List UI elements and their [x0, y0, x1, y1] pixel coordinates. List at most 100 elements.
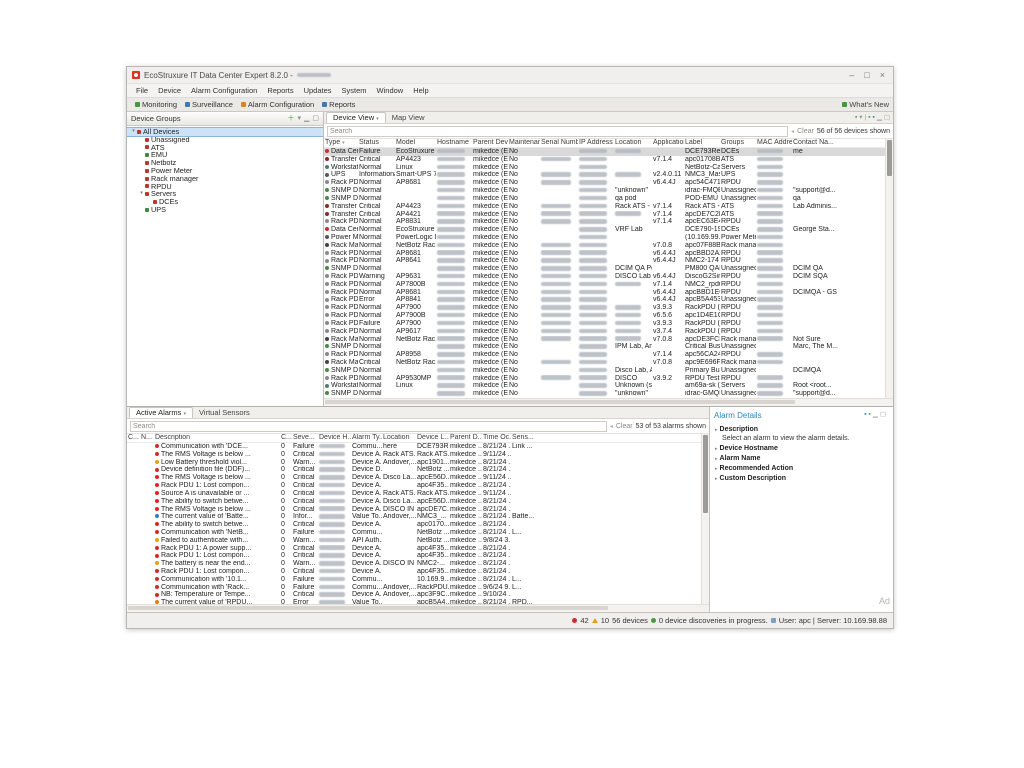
menu-help[interactable]: Help	[408, 86, 433, 95]
column-header[interactable]: Type ▾	[324, 139, 358, 148]
device-table-row[interactable]: WorkstationNormalLinuxmikedce (Ec...NoUn…	[324, 382, 885, 390]
menu-reports[interactable]: Reports	[262, 86, 298, 95]
alarm-table-row[interactable]: NB: Temperature or Tempe...0CriticalDevi…	[127, 591, 701, 599]
column-header[interactable]: Model	[395, 139, 436, 148]
perspective-tab-surveillance[interactable]: Surveillance	[181, 100, 237, 109]
column-header[interactable]: Label	[684, 139, 720, 148]
minimize-pane-icon[interactable]: ▁	[877, 113, 882, 123]
device-table-row[interactable]: Rack PDUNormalAP7900Bmikedce (Ec...Nov6.…	[324, 312, 885, 320]
device-table-hscrollbar[interactable]	[324, 398, 893, 406]
menu-device[interactable]: Device	[153, 86, 186, 95]
view-menu-icon[interactable]: ▾	[297, 112, 301, 125]
perspective-tab-monitoring[interactable]: Monitoring	[131, 100, 181, 109]
pin-icon[interactable]: ▪	[873, 113, 875, 123]
column-header[interactable]: Sens...	[511, 434, 701, 443]
alarm-table-row[interactable]: Rack PDU 1: Lost compon...0CriticalDevic…	[127, 482, 701, 490]
device-table-row[interactable]: SNMP DeviNormalmikedce (Ec...NoIPM Lab, …	[324, 343, 885, 351]
refresh-icon[interactable]: ▪	[868, 113, 870, 123]
device-table-row[interactable]: Rack ManagNormalNetBotz Rac...mikedce (E…	[324, 242, 885, 250]
device-table-row[interactable]: Rack PDUNormalAP9617mikedce (Ec...Nov3.7…	[324, 328, 885, 336]
column-header[interactable]: IP Address	[578, 139, 614, 148]
device-table-row[interactable]: Rack PDUNormalAP8681mikedce (Ec...Nov6.4…	[324, 250, 885, 258]
device-table-row[interactable]: SNMP DeviNormalmikedce (Ec...NoDisco Lab…	[324, 367, 885, 375]
column-header[interactable]: Status	[358, 139, 395, 148]
alarm-table-row[interactable]: The battery is near the end...0Warn...De…	[127, 560, 701, 568]
device-table-row[interactable]: Power MeteNormalPowerLogic I...mikedce (…	[324, 234, 885, 242]
column-header[interactable]: Serial Number	[540, 139, 578, 148]
menu-file[interactable]: File	[131, 86, 153, 95]
alarm-table-row[interactable]: Rack PDU 1: Lost compon...0CriticalDevic…	[127, 552, 701, 560]
alarm-table-hscrollbar[interactable]	[127, 604, 709, 612]
device-search-input[interactable]	[327, 126, 788, 137]
column-header[interactable]: C...	[280, 434, 292, 443]
device-table-row[interactable]: Rack PDUNormalAP7800Bmikedce (Ec...Nov7.…	[324, 281, 885, 289]
maximize-pane-icon[interactable]: ▢	[880, 410, 886, 420]
device-table-row[interactable]: Rack PDUNormalAP8831mikedce (Ec...Nov7.1…	[324, 218, 885, 226]
tree-item-servers[interactable]: ▾Servers	[127, 190, 323, 198]
minimize-pane-icon[interactable]: ▁	[873, 410, 878, 420]
device-table-row[interactable]: Data CenterNormalEcoStruxure ...mikedce …	[324, 226, 885, 234]
device-table-row[interactable]: Rack PDUErrorAP8841mikedce (Ec...Nov6.4.…	[324, 296, 885, 304]
column-header[interactable]: Groups	[720, 139, 756, 148]
alarm-table-row[interactable]: The RMS Voltage is below ...0CriticalDev…	[127, 506, 701, 514]
device-table-row[interactable]: Rack ManagCriticalNetBotz Rac...mikedce …	[324, 359, 885, 367]
device-table-row[interactable]: Rack PDUNormalAP7900mikedce (Ec...Nov3.9…	[324, 304, 885, 312]
column-header[interactable]: Alarm Ty...	[351, 434, 382, 443]
column-header[interactable]: Parent D...	[449, 434, 482, 443]
alarm-table-row[interactable]: The RMS Voltage is below ...0CriticalDev…	[127, 451, 701, 459]
column-header[interactable]: Location	[614, 139, 652, 148]
column-header[interactable]: Device L...	[416, 434, 449, 443]
history-icon[interactable]: ▪	[869, 410, 871, 420]
column-header[interactable]: Contact Na...	[792, 139, 885, 148]
whats-new-link[interactable]: What's New	[842, 100, 889, 109]
menu-system[interactable]: System	[337, 86, 372, 95]
device-table-row[interactable]: SNMP DeviNormalmikedce (Ec...No"unknown"…	[324, 390, 885, 398]
device-table-row[interactable]: Rack PDUNormalAP8681mikedce (Ec...Nov6.4…	[324, 179, 885, 187]
column-header[interactable]: Parent Device	[472, 139, 508, 148]
maximize-pane-icon[interactable]: ▢	[884, 113, 890, 123]
tab-device-view[interactable]: Device View ▾	[326, 112, 386, 123]
maximize-button[interactable]: □	[864, 67, 869, 83]
alarm-table-row[interactable]: Communication with 'NetB...0FailureCommu…	[127, 529, 701, 537]
device-table-row[interactable]: Transfer SwiCriticalAP4423mikedce (Ec...…	[324, 156, 885, 164]
tab-active-alarms[interactable]: Active Alarms ▾	[129, 407, 193, 418]
minimize-view-icon[interactable]: ▁	[304, 112, 309, 125]
menu-updates[interactable]: Updates	[299, 86, 337, 95]
device-table-row[interactable]: Rack PDUWarningAP9631mikedce (Ec...NoDIS…	[324, 273, 885, 281]
alarm-table-row[interactable]: Communication with 'Rack...0FailureCommu…	[127, 584, 701, 592]
column-header[interactable]: C...	[127, 434, 140, 443]
alarm-table-row[interactable]: Communication with '10.1...0FailureCommu…	[127, 576, 701, 584]
maximize-view-icon[interactable]: ▢	[312, 112, 319, 125]
alarm-table-row[interactable]: The RMS Voltage is below ...0CriticalDev…	[127, 474, 701, 482]
column-header[interactable]: Seve...	[292, 434, 318, 443]
column-header[interactable]: Maintenanc...	[508, 139, 540, 148]
column-header[interactable]: Location	[382, 434, 416, 443]
device-table-row[interactable]: Rack PDUNormalAP8681mikedce (Ec...Nov6.4…	[324, 289, 885, 297]
alarm-table-row[interactable]: The ability to switch betwe...0CriticalD…	[127, 521, 701, 529]
device-table-row[interactable]: SNMP DeviNormalmikedce (Ec...NoDCIM QA P…	[324, 265, 885, 273]
alarm-clear-button[interactable]: Clear	[616, 423, 633, 430]
minimize-button[interactable]: –	[849, 67, 854, 83]
perspective-tab-reports[interactable]: Reports	[318, 100, 359, 109]
column-header[interactable]: Description	[154, 434, 280, 443]
device-table-row[interactable]: Transfer SwiCriticalAP4423mikedce (Ec...…	[324, 203, 885, 211]
column-header[interactable]: N...	[140, 434, 154, 443]
tab-virtual-sensors[interactable]: Virtual Sensors	[193, 408, 256, 418]
export-icon[interactable]: ▪	[864, 410, 866, 420]
device-table-row[interactable]: Transfer SwiCriticalAP4421mikedce (Ec...…	[324, 211, 885, 219]
perspective-tab-alarm-configuration[interactable]: Alarm Configuration	[237, 100, 318, 109]
column-header[interactable]: Time Oc...	[482, 434, 511, 443]
close-button[interactable]: ×	[880, 67, 885, 83]
alarm-table-row[interactable]: The ability to switch betwe...0CriticalD…	[127, 498, 701, 506]
device-table-row[interactable]: SNMP DeviNormalmikedce (Ec...No"unknown"…	[324, 187, 885, 195]
device-table-row[interactable]: Rack PDUNormalAP9530MPmikedce (Ec...NoDI…	[324, 375, 885, 383]
device-table-row[interactable]: SNMP DeviNormalmikedce (Ec...Noqa podPOD…	[324, 195, 885, 203]
tab-map-view[interactable]: Map View	[386, 113, 431, 123]
alarm-table-row[interactable]: The current value of 'Batte...0Infor...V…	[127, 513, 701, 521]
device-table-vscrollbar[interactable]	[885, 139, 893, 398]
alarm-table-row[interactable]: Failed to authenticate with...0Warn...AP…	[127, 537, 701, 545]
add-group-icon[interactable]: ＋	[287, 112, 294, 125]
menu-window[interactable]: Window	[372, 86, 409, 95]
device-table-row[interactable]: Data CenterFailureEcoStruxure ...mikedce…	[324, 148, 885, 156]
alarm-table-row[interactable]: Rack PDU 1: A power supp...0CriticalDevi…	[127, 545, 701, 553]
